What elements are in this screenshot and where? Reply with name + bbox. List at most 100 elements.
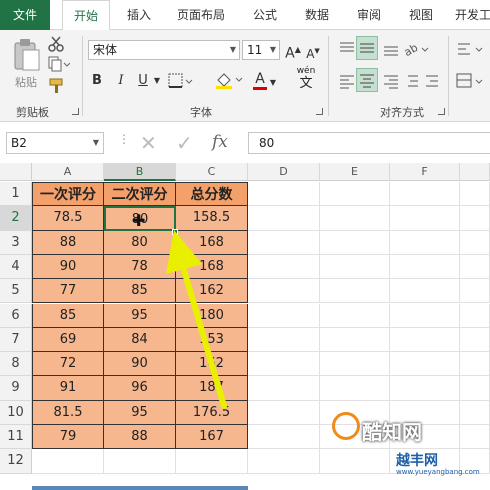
cell-d6[interactable] (248, 303, 320, 328)
cell-g2[interactable] (460, 206, 490, 231)
cell-f2[interactable] (390, 206, 460, 231)
cell-d4[interactable] (248, 254, 320, 280)
cell-g7[interactable] (460, 327, 490, 353)
align-middle-button[interactable] (356, 36, 378, 60)
cell-d8[interactable] (248, 352, 320, 377)
cell-g1[interactable] (460, 182, 490, 207)
cell-e6[interactable] (320, 303, 390, 328)
align-bottom-icon[interactable] (382, 40, 400, 58)
cell-b1[interactable]: 二次评分 (104, 182, 176, 207)
shrink-font-button[interactable]: A▼ (304, 42, 322, 63)
insert-function-button[interactable]: fx (212, 132, 228, 152)
column-header-d[interactable]: D (248, 163, 320, 181)
cell-a1[interactable]: 一次评分 (32, 182, 104, 207)
formula-input[interactable]: 80 (248, 132, 490, 154)
cell-a11[interactable]: 79 (32, 425, 104, 450)
enter-icon[interactable]: ✓ (176, 131, 193, 155)
cell-g6[interactable] (460, 303, 490, 328)
row-header-4[interactable]: 4 (0, 254, 32, 280)
align-top-icon[interactable] (338, 40, 356, 58)
italic-button[interactable]: I (112, 72, 130, 90)
cell-e2[interactable] (320, 206, 390, 231)
cell-g4[interactable] (460, 254, 490, 280)
cell-e3[interactable] (320, 230, 390, 255)
row-header-10[interactable]: 10 (0, 400, 32, 425)
cell-f6[interactable] (390, 303, 460, 328)
cell-c12[interactable] (176, 449, 248, 474)
bold-button[interactable]: B (88, 72, 106, 90)
alignment-launcher-icon[interactable] (438, 108, 445, 115)
row-header-1[interactable]: 1 (0, 182, 32, 207)
cell-c11[interactable]: 167 (176, 425, 248, 450)
cell-e7[interactable] (320, 327, 390, 353)
tab-insert[interactable]: 插入 (118, 0, 160, 30)
cell-d9[interactable] (248, 376, 320, 401)
cell-a8[interactable]: 72 (32, 352, 104, 377)
cell-f8[interactable] (390, 352, 460, 377)
cell-a12[interactable] (32, 449, 104, 474)
cell-d11[interactable] (248, 425, 320, 450)
font-color-button[interactable]: A (252, 70, 268, 90)
column-header-a[interactable]: A (32, 163, 104, 181)
tab-page-layout[interactable]: 页面布局 (168, 0, 234, 30)
row-header-11[interactable]: 11 (0, 425, 32, 450)
row-header-7[interactable]: 7 (0, 327, 32, 353)
indent-icon[interactable] (402, 72, 442, 90)
cell-g9[interactable] (460, 376, 490, 401)
cell-e9[interactable] (320, 376, 390, 401)
tab-home[interactable]: 开始 (62, 0, 110, 31)
cell-d5[interactable] (248, 279, 320, 304)
cell-a3[interactable]: 88 (32, 230, 104, 255)
cell-e5[interactable] (320, 279, 390, 304)
align-left-icon[interactable] (338, 72, 356, 90)
cell-f7[interactable] (390, 327, 460, 353)
cell-f4[interactable] (390, 254, 460, 280)
tab-formulas[interactable]: 公式 (244, 0, 286, 30)
row-header-8[interactable]: 8 (0, 352, 32, 377)
tab-data[interactable]: 数据 (296, 0, 338, 30)
cell-f3[interactable] (390, 230, 460, 255)
wrap-text-icon[interactable] (456, 40, 486, 58)
tab-developer[interactable]: 开发工 (452, 0, 490, 30)
cell-g8[interactable] (460, 352, 490, 377)
column-header-e[interactable]: E (320, 163, 390, 181)
align-right-icon[interactable] (382, 72, 400, 90)
chevron-down-icon[interactable]: ▼ (152, 72, 162, 90)
cell-b12[interactable] (104, 449, 176, 474)
cell-f9[interactable] (390, 376, 460, 401)
select-all-corner[interactable] (0, 163, 32, 181)
cell-d2[interactable] (248, 206, 320, 231)
cancel-entry-icon[interactable]: ✕ (140, 131, 157, 155)
fill-color-icon[interactable] (214, 70, 244, 90)
tab-review[interactable]: 审阅 (348, 0, 390, 30)
cell-a4[interactable]: 90 (32, 254, 104, 280)
row-header-6[interactable]: 6 (0, 303, 32, 328)
cell-b11[interactable]: 88 (104, 425, 176, 450)
cell-a7[interactable]: 69 (32, 327, 104, 353)
cut-icon[interactable] (48, 36, 64, 52)
cell-a2[interactable]: 78.5 (32, 206, 104, 231)
tab-view[interactable]: 视图 (400, 0, 442, 30)
column-header-g[interactable] (460, 163, 490, 181)
row-header-3[interactable]: 3 (0, 230, 32, 255)
phonetic-guide-button[interactable]: wén 文 (292, 66, 320, 96)
orientation-icon[interactable]: ab (402, 40, 430, 58)
column-header-f[interactable]: F (390, 163, 460, 181)
font-size-select[interactable]: 11 ▼ (242, 40, 280, 60)
font-launcher-icon[interactable] (316, 108, 323, 115)
cell-c2[interactable]: 158.5 (176, 206, 248, 231)
grow-font-button[interactable]: A▲ (284, 41, 302, 63)
clipboard-launcher-icon[interactable] (72, 108, 79, 115)
cell-f1[interactable] (390, 182, 460, 207)
cell-a10[interactable]: 81.5 (32, 400, 104, 425)
cell-d7[interactable] (248, 327, 320, 353)
cell-g5[interactable] (460, 279, 490, 304)
paste-button[interactable]: 粘贴 (8, 34, 44, 98)
chevron-down-icon[interactable]: ▼ (268, 74, 278, 92)
worksheet-grid[interactable]: A B C D E F 1 一次评分 二次评分 总分数 2 78.5 80 158.5 3 88 8… (0, 160, 490, 490)
align-center-button[interactable] (356, 68, 378, 92)
font-name-select[interactable]: 宋体 ▼ (88, 40, 240, 60)
row-header-2[interactable]: 2 (0, 206, 32, 231)
cell-c1[interactable]: 总分数 (176, 182, 248, 207)
name-box[interactable]: B2 ▼ (6, 132, 104, 154)
